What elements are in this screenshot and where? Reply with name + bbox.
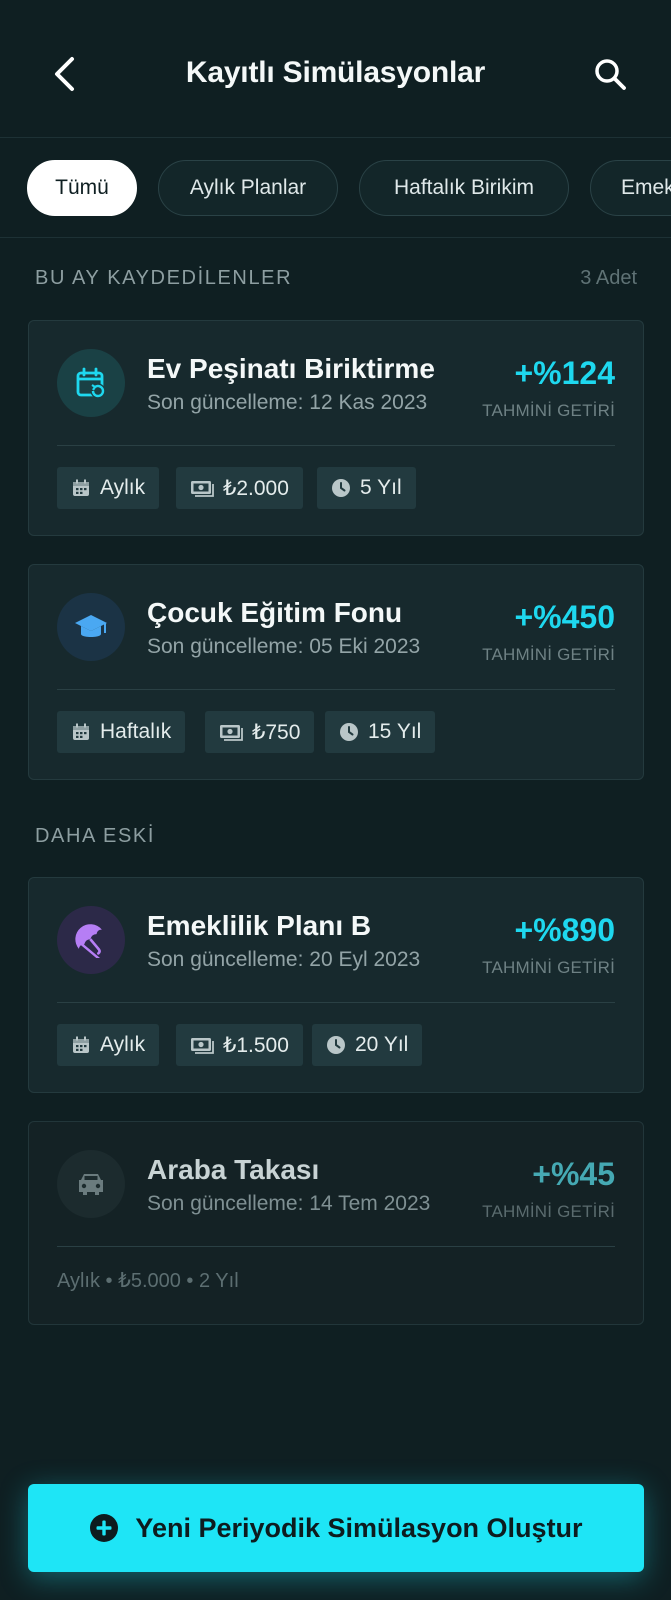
filter-chip-retirement[interactable]: Emek: [590, 160, 671, 216]
app-header: Kayıtlı Simülasyonlar: [0, 0, 671, 138]
tag-label: Aylık: [100, 1033, 146, 1056]
card-title: Çocuk Eğitim Fonu: [147, 597, 403, 628]
simulation-card[interactable]: Ev Peşinatı Biriktirme Son güncelleme: 1…: [28, 320, 644, 536]
calendar-icon: [73, 723, 89, 740]
calendar-icon: [73, 479, 89, 496]
calendar-icon: [73, 1036, 89, 1053]
card-updated: Son güncelleme: 12 Kas 2023: [147, 391, 428, 414]
divider: [57, 1246, 615, 1247]
card-return-label: TAHMİNİ GETİRİ: [482, 401, 615, 420]
card-return-label: TAHMİNİ GETİRİ: [482, 645, 615, 664]
car-icon: [79, 1174, 103, 1195]
clock-icon: [332, 479, 350, 497]
calendar-refresh-icon: [76, 367, 106, 399]
page-title: Kayıtlı Simülasyonlar: [185, 56, 486, 89]
tag-period: Aylık: [57, 1024, 160, 1066]
tag-period: Haftalık: [57, 711, 186, 753]
filter-chip-weekly[interactable]: Haftalık Birikim: [359, 160, 569, 216]
divider: [57, 1002, 615, 1003]
money-icon: [191, 1038, 214, 1054]
card-avatar: [57, 349, 125, 417]
tag-duration: 5 Yıl: [317, 467, 416, 509]
card-updated: Son güncelleme: 20 Eyl 2023: [147, 948, 421, 971]
card-updated: Son güncelleme: 05 Eki 2023: [147, 635, 421, 658]
tag-label: ₺750: [252, 720, 301, 744]
card-title: Araba Takası: [147, 1154, 320, 1185]
money-icon: [191, 481, 214, 497]
tag-amount: ₺750: [205, 711, 315, 753]
section-label-older: DAHA ESKİ: [35, 825, 155, 847]
tag-label: ₺2.000: [223, 476, 289, 500]
card-return: +%124: [514, 355, 615, 391]
create-simulation-button[interactable]: Yeni Periyodik Simülasyon Oluştur: [28, 1484, 644, 1572]
tag-label: 20 Yıl: [355, 1033, 409, 1056]
filter-chip-all[interactable]: Tümü: [27, 160, 137, 216]
tag-label: ₺1.500: [223, 1033, 289, 1057]
tag-label: 15 Yıl: [368, 720, 422, 743]
graduation-cap-icon: [75, 615, 107, 637]
divider: [57, 445, 615, 446]
card-avatar: [57, 906, 125, 974]
tag-label: Haftalık: [100, 720, 172, 743]
card-avatar: [57, 1150, 125, 1218]
umbrella-icon: [75, 924, 102, 958]
tag-amount: ₺2.000: [176, 467, 303, 509]
tag-duration: 15 Yıl: [325, 711, 436, 753]
clock-icon: [327, 1036, 345, 1054]
simulation-card[interactable]: Çocuk Eğitim Fonu Son güncelleme: 05 Eki…: [28, 564, 644, 780]
tag-amount: ₺1.500: [176, 1024, 303, 1066]
card-return: +%890: [514, 912, 615, 948]
tag-label: 5 Yıl: [360, 476, 402, 499]
money-icon: [220, 725, 243, 741]
tag-label: Aylık: [100, 476, 146, 499]
card-return: +%45: [532, 1156, 615, 1192]
tag-duration: 20 Yıl: [312, 1024, 423, 1066]
simulation-card[interactable]: Araba Takası Son güncelleme: 14 Tem 2023…: [28, 1121, 644, 1325]
plus-circle-icon: [90, 1514, 119, 1542]
card-return-label: TAHMİNİ GETİRİ: [482, 958, 615, 977]
tag-period: Aylık: [57, 467, 160, 509]
search-icon: [595, 59, 626, 90]
simulation-card[interactable]: Emeklilik Planı B Son güncelleme: 20 Eyl…: [28, 877, 644, 1093]
card-title: Emeklilik Planı B: [147, 910, 372, 941]
filter-chip-monthly[interactable]: Aylık Planlar: [158, 160, 338, 216]
card-return: +%450: [514, 599, 615, 635]
card-updated: Son güncelleme: 14 Tem 2023: [147, 1192, 431, 1215]
clock-icon: [340, 723, 358, 741]
section-count: 3 Adet: [580, 267, 637, 289]
card-return-label: TAHMİNİ GETİRİ: [482, 1202, 615, 1221]
card-meta: Aylık • ₺5.000 • 2 Yıl: [57, 1270, 239, 1292]
card-avatar: [57, 593, 125, 661]
search-button[interactable]: [588, 52, 632, 96]
divider: [57, 689, 615, 690]
section-label-this-month: BU AY KAYDEDİLENLER: [35, 267, 293, 289]
filter-chips-bar: Tümü Aylık Planlar Haftalık Birikim Emek: [0, 138, 671, 238]
card-title: Ev Peşinatı Biriktirme: [147, 353, 435, 384]
cta-label: Yeni Periyodik Simülasyon Oluştur: [135, 1512, 583, 1543]
